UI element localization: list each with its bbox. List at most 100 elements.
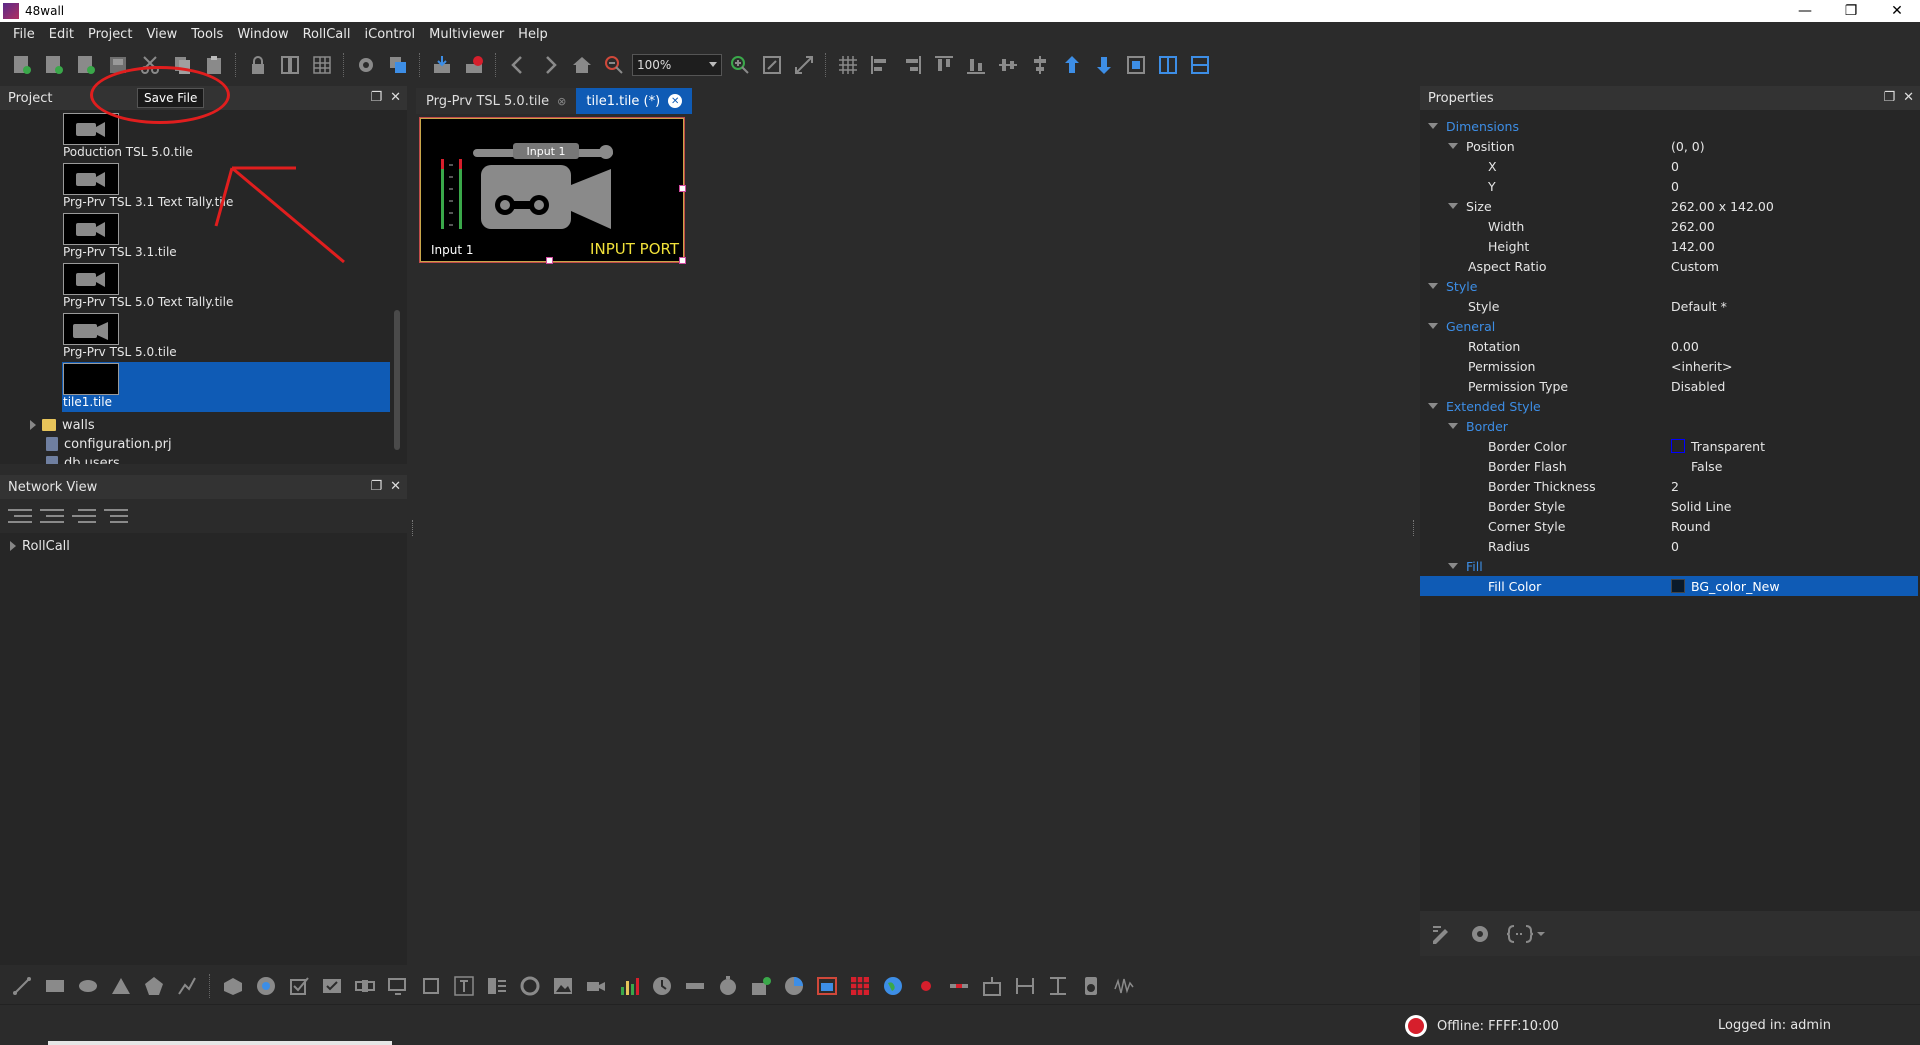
close-panel-icon[interactable]: ✕	[1903, 90, 1914, 105]
tab-tile1[interactable]: tile1.tile (*) ✕	[576, 88, 693, 114]
align-hcenter-button[interactable]	[1026, 51, 1054, 79]
folder-walls[interactable]: walls	[30, 416, 95, 434]
resize-handle-bottom[interactable]	[546, 257, 553, 264]
property-row[interactable]: X0	[1420, 156, 1918, 176]
bring-front-button[interactable]	[1058, 51, 1086, 79]
property-row[interactable]: Extended Style	[1420, 396, 1918, 416]
zoom-select[interactable]: 100%	[632, 54, 722, 76]
property-value[interactable]: 2	[1671, 479, 1679, 494]
video-widget-button[interactable]	[582, 972, 610, 1000]
property-row[interactable]: Border Thickness 2	[1420, 476, 1918, 496]
add-image-widget-button[interactable]	[747, 972, 775, 1000]
clock-widget-button[interactable]	[648, 972, 676, 1000]
layers-button[interactable]	[384, 51, 412, 79]
tile-canvas-widget[interactable]: Input 1 Input 1 INPUT PORT	[419, 117, 686, 264]
float-panel-icon[interactable]: ❐	[370, 90, 382, 105]
home-button[interactable]	[568, 51, 596, 79]
property-row[interactable]: Fill	[1420, 556, 1918, 576]
new-tile-button[interactable]	[8, 51, 36, 79]
grid-button[interactable]	[834, 51, 862, 79]
resize-handle-corner[interactable]	[679, 257, 686, 264]
record-widget-button[interactable]	[912, 972, 940, 1000]
menu-edit[interactable]: Edit	[42, 27, 81, 42]
property-row[interactable]: General	[1420, 316, 1918, 336]
text-widget-button[interactable]	[450, 972, 478, 1000]
menu-view[interactable]: View	[139, 27, 184, 42]
split-h-button[interactable]	[1154, 51, 1182, 79]
speaker-widget-button[interactable]	[1077, 972, 1105, 1000]
new-project-button[interactable]	[72, 51, 100, 79]
tile-item-prg-prv-50[interactable]: Prg-Prv TSL 5.0.tile	[62, 312, 382, 362]
triangle-tool-button[interactable]	[107, 972, 135, 1000]
send-back-button[interactable]	[1090, 51, 1118, 79]
hspacer-widget-button[interactable]	[1011, 972, 1039, 1000]
columns-button[interactable]	[276, 51, 304, 79]
expand-arrow-icon[interactable]	[10, 541, 16, 551]
property-value[interactable]: Disabled	[1671, 379, 1725, 394]
property-row[interactable]: Rotation 0.00	[1420, 336, 1918, 356]
indent-icon[interactable]	[72, 507, 96, 525]
group-button[interactable]	[1122, 51, 1150, 79]
frame-widget-button[interactable]	[417, 972, 445, 1000]
expand-caret-icon[interactable]	[1428, 403, 1438, 409]
minimize-button[interactable]: —	[1782, 0, 1828, 22]
script-icon[interactable]	[1506, 923, 1546, 945]
property-row[interactable]: Aspect Ratio Custom	[1420, 256, 1918, 276]
property-row[interactable]: Width 262.00	[1420, 216, 1918, 236]
property-row[interactable]: Corner Style Round	[1420, 516, 1918, 536]
property-value[interactable]: 0.00	[1671, 339, 1699, 354]
property-value[interactable]: <inherit>	[1671, 359, 1732, 374]
gear-icon[interactable]	[1468, 922, 1492, 946]
property-row[interactable]: Permission Type Disabled	[1420, 376, 1918, 396]
fit-button[interactable]	[758, 51, 786, 79]
tile-item-tile1[interactable]: tile1.tile	[62, 362, 390, 412]
split-v-button[interactable]	[1186, 51, 1214, 79]
close-panel-icon[interactable]: ✕	[390, 90, 401, 105]
vspacer-widget-button[interactable]	[1044, 972, 1072, 1000]
map-widget-button[interactable]	[879, 972, 907, 1000]
zoom-out-button[interactable]	[600, 51, 628, 79]
pie-widget-button[interactable]	[780, 972, 808, 1000]
property-row[interactable]: Height 142.00	[1420, 236, 1918, 256]
expand-caret-icon[interactable]	[1428, 323, 1438, 329]
property-value[interactable]: (0, 0)	[1671, 139, 1705, 154]
forward-button[interactable]	[536, 51, 564, 79]
property-row[interactable]: Y0	[1420, 176, 1918, 196]
check-button-widget[interactable]	[318, 972, 346, 1000]
align-top-button[interactable]	[930, 51, 958, 79]
close-panel-icon[interactable]: ✕	[390, 479, 401, 494]
property-row[interactable]: Style	[1420, 276, 1918, 296]
property-value[interactable]: Solid Line	[1671, 499, 1732, 514]
float-panel-icon[interactable]: ❐	[1883, 90, 1895, 105]
toggle-widget-button[interactable]	[351, 972, 379, 1000]
menu-file[interactable]: File	[6, 27, 42, 42]
outdent-icon[interactable]	[104, 507, 128, 525]
menu-window[interactable]: Window	[230, 27, 295, 42]
property-row[interactable]: Border	[1420, 416, 1918, 436]
collapse-all-icon[interactable]	[8, 507, 32, 525]
lock-button[interactable]	[244, 51, 272, 79]
edit-icon[interactable]	[1430, 923, 1454, 945]
splitter-right[interactable]	[1413, 520, 1417, 536]
expand-caret-icon[interactable]	[1448, 203, 1458, 209]
property-row[interactable]: Border Flash False	[1420, 456, 1918, 476]
project-scrollbar[interactable]	[394, 310, 400, 450]
expand-caret-icon[interactable]	[1448, 423, 1458, 429]
rectangle-tool-button[interactable]	[41, 972, 69, 1000]
file-configuration[interactable]: configuration.prj	[46, 435, 172, 453]
align-right-button[interactable]	[898, 51, 926, 79]
property-value[interactable]: Transparent	[1671, 439, 1765, 454]
network-item-rollcall[interactable]: RollCall	[10, 537, 70, 555]
restore-button[interactable]: ❐	[1828, 0, 1874, 22]
property-row[interactable]: Radius 0	[1420, 536, 1918, 556]
property-value[interactable]: 262.00 x 142.00	[1671, 199, 1774, 214]
zoom-in-button[interactable]	[726, 51, 754, 79]
image-widget-button[interactable]	[549, 972, 577, 1000]
file-db-users[interactable]: db.users	[46, 454, 120, 464]
menu-tools[interactable]: Tools	[184, 27, 230, 42]
menu-icontrol[interactable]: iControl	[358, 27, 423, 42]
back-button[interactable]	[504, 51, 532, 79]
tile-item-poduction[interactable]: Poduction TSL 5.0.tile	[62, 112, 382, 162]
menu-multiviewer[interactable]: Multiviewer	[422, 27, 511, 42]
expand-caret-icon[interactable]	[1448, 563, 1458, 569]
